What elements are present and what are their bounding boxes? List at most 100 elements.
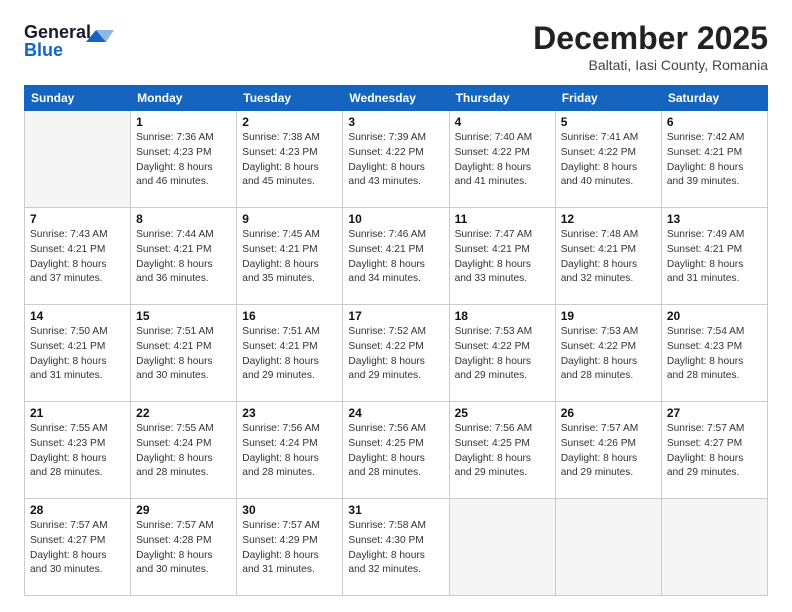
calendar-day-cell: 14Sunrise: 7:50 AMSunset: 4:21 PMDayligh… [25,305,131,402]
day-number: 10 [348,212,443,226]
day-number: 8 [136,212,231,226]
day-info: Sunrise: 7:56 AMSunset: 4:25 PMDaylight:… [455,422,550,481]
calendar-day-cell: 5 Sunrise: 7:41 AMSunset: 4:22 PMDaylight… [555,111,661,208]
calendar-day-cell: 8 Sunrise: 7:44 AMSunset: 4:21 PMDaylight… [131,208,237,305]
day-number: 23 [242,406,337,420]
calendar-day-cell: 29 Sunrise: 7:57 AMSunset: 4:28 PMDayligh… [131,499,237,596]
calendar-day-cell: 30 Sunrise: 7:57 AMSunset: 4:29 PMDayligh… [237,499,343,596]
day-info: Sunrise: 7:57 AMSunset: 4:28 PMDaylight:… [136,519,231,578]
calendar-day-cell: 12Sunrise: 7:48 AMSunset: 4:21 PMDayligh… [555,208,661,305]
day-info: Sunrise: 7:49 AMSunset: 4:21 PMDaylight:… [667,228,762,287]
day-number: 15 [136,309,231,323]
calendar-week-row: 14Sunrise: 7:50 AMSunset: 4:21 PMDayligh… [25,305,768,402]
title-block: December 2025 Baltati, Iasi County, Roma… [533,20,768,73]
calendar-day-cell: 28 Sunrise: 7:57 AMSunset: 4:27 PMDayligh… [25,499,131,596]
day-info: Sunrise: 7:43 AMSunset: 4:21 PMDaylight:… [30,228,125,287]
calendar-day-cell: 6 Sunrise: 7:42 AMSunset: 4:21 PMDaylight… [661,111,767,208]
month-title: December 2025 [533,20,768,57]
weekday-header-cell: Monday [131,86,237,111]
calendar-day-cell: 13 Sunrise: 7:49 AMSunset: 4:21 PMDayligh… [661,208,767,305]
weekday-header-cell: Tuesday [237,86,343,111]
weekday-header-cell: Saturday [661,86,767,111]
day-number: 5 [561,115,656,129]
day-info: Sunrise: 7:55 AMSunset: 4:23 PMDaylight:… [30,422,125,481]
day-number: 12 [561,212,656,226]
day-number: 31 [348,503,443,517]
calendar-day-cell: 17 Sunrise: 7:52 AMSunset: 4:22 PMDayligh… [343,305,449,402]
calendar-week-row: 1 Sunrise: 7:36 AMSunset: 4:23 PMDaylight… [25,111,768,208]
logo-svg: General Blue [24,20,114,62]
calendar-body: 1 Sunrise: 7:36 AMSunset: 4:23 PMDaylight… [25,111,768,596]
day-info: Sunrise: 7:45 AMSunset: 4:21 PMDaylight:… [242,228,337,287]
day-info: Sunrise: 7:47 AMSunset: 4:21 PMDaylight:… [455,228,550,287]
day-info: Sunrise: 7:41 AMSunset: 4:22 PMDaylight:… [561,131,656,190]
calendar-day-cell: 22 Sunrise: 7:55 AMSunset: 4:24 PMDayligh… [131,402,237,499]
calendar-day-cell: 16Sunrise: 7:51 AMSunset: 4:21 PMDayligh… [237,305,343,402]
day-number: 9 [242,212,337,226]
day-number: 17 [348,309,443,323]
calendar-day-cell: 24 Sunrise: 7:56 AMSunset: 4:25 PMDayligh… [343,402,449,499]
calendar-day-cell: 7Sunrise: 7:43 AMSunset: 4:21 PMDaylight… [25,208,131,305]
day-info: Sunrise: 7:57 AMSunset: 4:29 PMDaylight:… [242,519,337,578]
page: General Blue December 2025 Baltati, Iasi… [0,0,792,612]
weekday-header-cell: Friday [555,86,661,111]
calendar-day-cell [25,111,131,208]
day-info: Sunrise: 7:36 AMSunset: 4:23 PMDaylight:… [136,131,231,190]
day-number: 20 [667,309,762,323]
day-info: Sunrise: 7:56 AMSunset: 4:25 PMDaylight:… [348,422,443,481]
day-number: 25 [455,406,550,420]
calendar-table: SundayMondayTuesdayWednesdayThursdayFrid… [24,85,768,596]
day-number: 29 [136,503,231,517]
day-info: Sunrise: 7:56 AMSunset: 4:24 PMDaylight:… [242,422,337,481]
day-number: 24 [348,406,443,420]
day-info: Sunrise: 7:57 AMSunset: 4:27 PMDaylight:… [30,519,125,578]
calendar-day-cell: 2Sunrise: 7:38 AMSunset: 4:23 PMDaylight… [237,111,343,208]
day-number: 11 [455,212,550,226]
day-number: 28 [30,503,125,517]
calendar-day-cell: 23 Sunrise: 7:56 AMSunset: 4:24 PMDayligh… [237,402,343,499]
day-number: 30 [242,503,337,517]
day-number: 18 [455,309,550,323]
calendar-day-cell: 26Sunrise: 7:57 AMSunset: 4:26 PMDayligh… [555,402,661,499]
calendar-week-row: 21Sunrise: 7:55 AMSunset: 4:23 PMDayligh… [25,402,768,499]
day-info: Sunrise: 7:54 AMSunset: 4:23 PMDaylight:… [667,325,762,384]
day-info: Sunrise: 7:38 AMSunset: 4:23 PMDaylight:… [242,131,337,190]
calendar-day-cell: 15 Sunrise: 7:51 AMSunset: 4:21 PMDayligh… [131,305,237,402]
day-number: 14 [30,309,125,323]
calendar-day-cell: 4Sunrise: 7:40 AMSunset: 4:22 PMDaylight… [449,111,555,208]
day-number: 16 [242,309,337,323]
day-number: 27 [667,406,762,420]
calendar-day-cell: 31 Sunrise: 7:58 AMSunset: 4:30 PMDayligh… [343,499,449,596]
day-info: Sunrise: 7:42 AMSunset: 4:21 PMDaylight:… [667,131,762,190]
calendar-day-cell: 27 Sunrise: 7:57 AMSunset: 4:27 PMDayligh… [661,402,767,499]
location-subtitle: Baltati, Iasi County, Romania [533,57,768,73]
day-info: Sunrise: 7:58 AMSunset: 4:30 PMDaylight:… [348,519,443,578]
calendar-week-row: 7Sunrise: 7:43 AMSunset: 4:21 PMDaylight… [25,208,768,305]
svg-text:Blue: Blue [24,40,63,60]
day-number: 3 [348,115,443,129]
day-info: Sunrise: 7:57 AMSunset: 4:27 PMDaylight:… [667,422,762,481]
day-number: 13 [667,212,762,226]
day-info: Sunrise: 7:46 AMSunset: 4:21 PMDaylight:… [348,228,443,287]
calendar-day-cell: 11 Sunrise: 7:47 AMSunset: 4:21 PMDayligh… [449,208,555,305]
day-info: Sunrise: 7:51 AMSunset: 4:21 PMDaylight:… [136,325,231,384]
calendar-day-cell: 3 Sunrise: 7:39 AMSunset: 4:22 PMDaylight… [343,111,449,208]
calendar-day-cell: 1 Sunrise: 7:36 AMSunset: 4:23 PMDaylight… [131,111,237,208]
day-number: 1 [136,115,231,129]
weekday-header-cell: Thursday [449,86,555,111]
calendar-day-cell [449,499,555,596]
header: General Blue December 2025 Baltati, Iasi… [24,20,768,73]
day-info: Sunrise: 7:52 AMSunset: 4:22 PMDaylight:… [348,325,443,384]
day-info: Sunrise: 7:55 AMSunset: 4:24 PMDaylight:… [136,422,231,481]
calendar-day-cell: 25 Sunrise: 7:56 AMSunset: 4:25 PMDayligh… [449,402,555,499]
calendar-day-cell: 9 Sunrise: 7:45 AMSunset: 4:21 PMDaylight… [237,208,343,305]
day-number: 22 [136,406,231,420]
day-info: Sunrise: 7:39 AMSunset: 4:22 PMDaylight:… [348,131,443,190]
day-info: Sunrise: 7:44 AMSunset: 4:21 PMDaylight:… [136,228,231,287]
day-info: Sunrise: 7:40 AMSunset: 4:22 PMDaylight:… [455,131,550,190]
day-info: Sunrise: 7:53 AMSunset: 4:22 PMDaylight:… [561,325,656,384]
calendar-day-cell: 18Sunrise: 7:53 AMSunset: 4:22 PMDayligh… [449,305,555,402]
day-number: 26 [561,406,656,420]
weekday-header-cell: Sunday [25,86,131,111]
day-number: 6 [667,115,762,129]
